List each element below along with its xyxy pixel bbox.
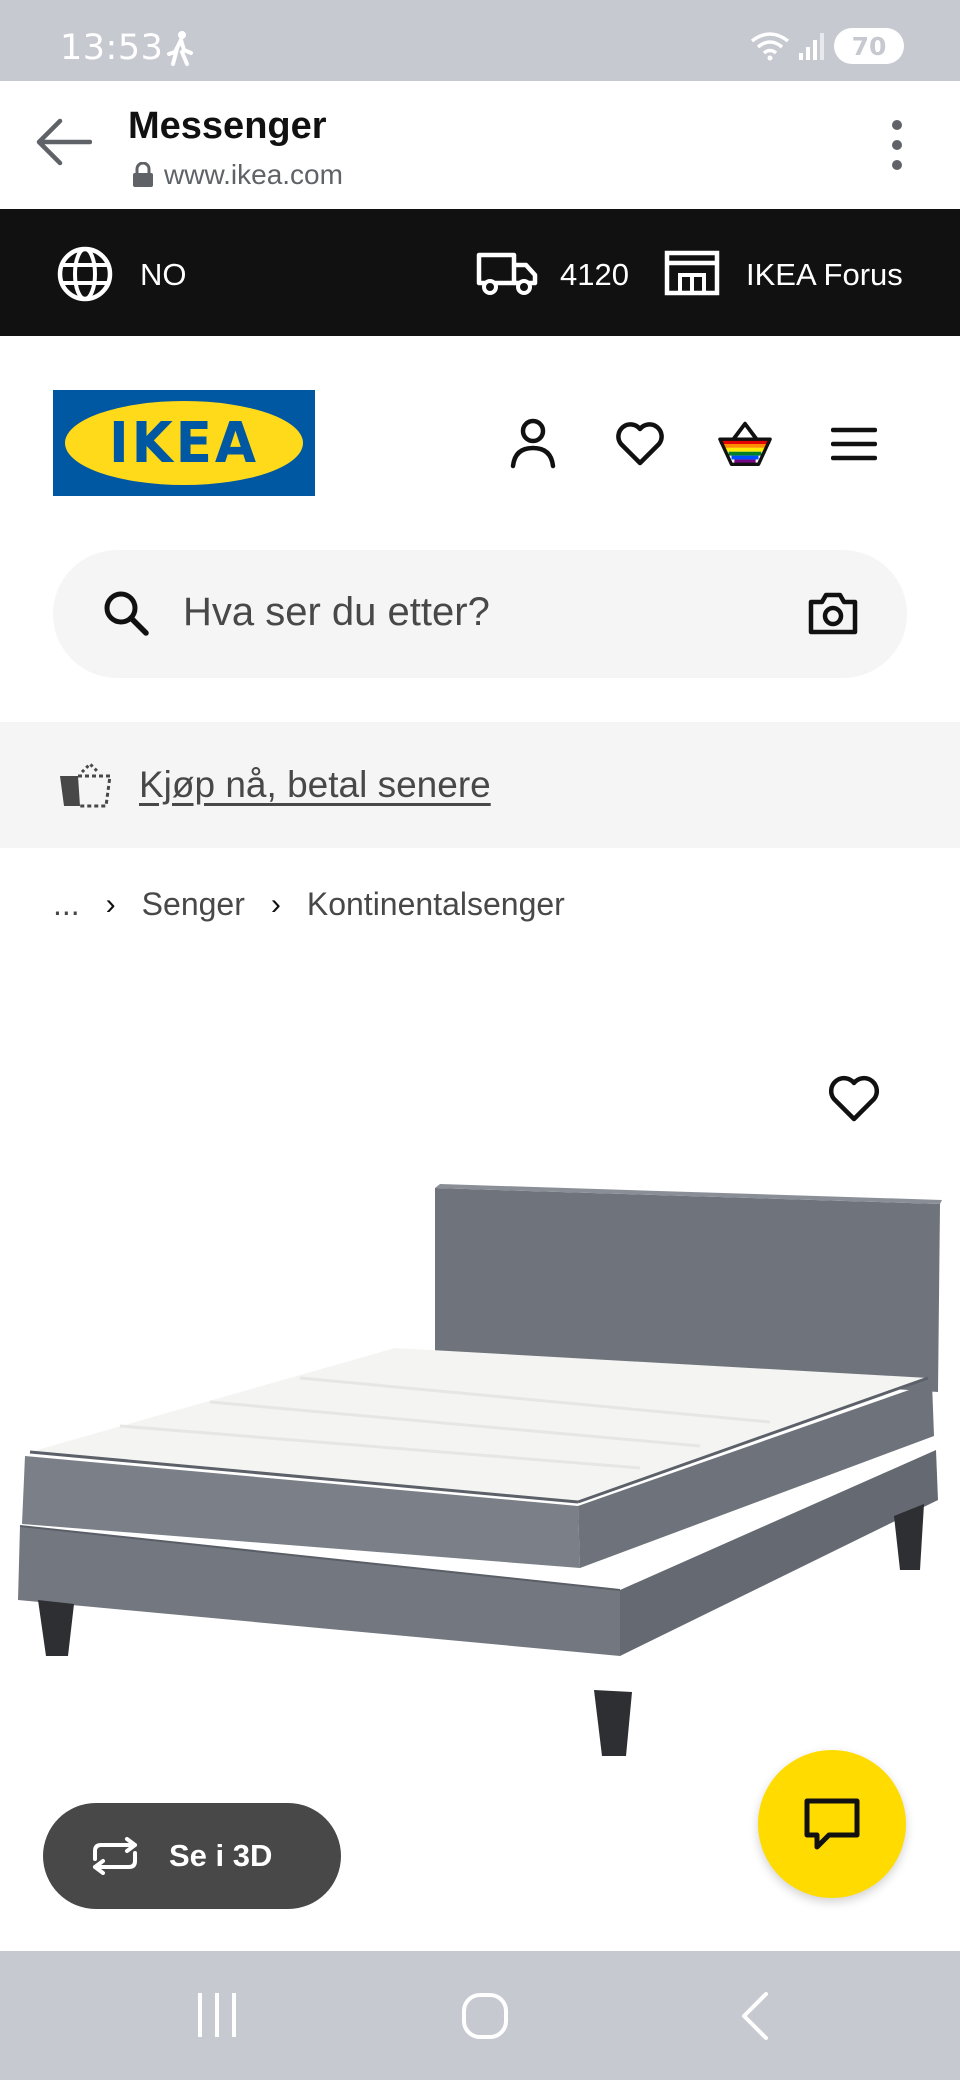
browser-url-field[interactable]: www.ikea.com: [132, 159, 343, 191]
store-icon[interactable]: [664, 249, 720, 297]
browser-bar: Messenger www.ikea.com: [0, 81, 960, 209]
back-arrow-icon[interactable]: [34, 117, 92, 167]
hamburger-menu-icon: [831, 427, 877, 461]
menu-button[interactable]: [826, 416, 882, 472]
back-icon[interactable]: [738, 1991, 770, 2041]
more-options-icon[interactable]: [890, 119, 904, 171]
search-input[interactable]: Hva ser du etter?: [183, 590, 490, 635]
payment-bag-icon: [60, 761, 112, 808]
ikea-topbar: NO 4120 IKEA Forus: [0, 209, 960, 336]
account-button[interactable]: [505, 416, 561, 472]
product-image[interactable]: [0, 1170, 960, 1770]
chat-button[interactable]: [758, 1750, 906, 1898]
heart-icon: [616, 422, 664, 466]
breadcrumb-item-kontinentalsenger[interactable]: Kontinentalsenger: [307, 886, 565, 923]
favourites-button[interactable]: [612, 416, 668, 472]
status-time: 13:53: [60, 28, 164, 68]
promo-banner[interactable]: Kjøp nå, betal senere: [0, 722, 960, 848]
globe-icon[interactable]: [56, 245, 114, 303]
wifi-icon: [750, 32, 790, 61]
view-in-3d-button[interactable]: Se i 3D: [43, 1803, 341, 1909]
home-icon[interactable]: [460, 1991, 510, 2041]
ikea-logo[interactable]: IKEA ®: [53, 390, 315, 496]
view-in-3d-label: Se i 3D: [169, 1838, 273, 1873]
search-icon: [104, 591, 149, 636]
camera-icon[interactable]: [807, 590, 859, 636]
browser-url: www.ikea.com: [164, 159, 343, 190]
rotate-3d-icon: [93, 1837, 137, 1875]
cart-button[interactable]: [717, 416, 773, 472]
status-bar: 13:53 70: [0, 0, 960, 81]
chevron-right-icon: ›: [105, 887, 116, 921]
shopping-bag-icon: [718, 421, 772, 466]
logo-text: IKEA: [109, 410, 259, 476]
registered-mark: ®: [280, 411, 289, 423]
breadcrumb: ... › Senger › Kontinentalsenger: [53, 886, 565, 923]
delivery-truck-icon[interactable]: [476, 251, 538, 297]
add-to-favourites-heart-icon[interactable]: [826, 1074, 882, 1124]
chat-bubble-icon: [804, 1798, 860, 1850]
battery-indicator: 70: [834, 28, 904, 64]
browser-title: Messenger: [128, 105, 327, 147]
store-name[interactable]: IKEA Forus: [746, 257, 903, 293]
system-navigation-bar: [0, 1951, 960, 2080]
signal-icon: [799, 33, 824, 60]
search-bar[interactable]: Hva ser du etter?: [53, 550, 907, 678]
recent-apps-icon[interactable]: [196, 1991, 238, 2039]
delivery-postcode[interactable]: 4120: [560, 257, 629, 293]
logo-ellipse: IKEA ®: [65, 401, 303, 485]
breadcrumb-item-senger[interactable]: Senger: [142, 886, 245, 923]
breadcrumb-ellipsis[interactable]: ...: [53, 886, 80, 923]
language-selector[interactable]: NO: [140, 257, 187, 293]
lock-icon: [133, 162, 153, 187]
person-icon: [510, 418, 556, 469]
chevron-right-icon: ›: [270, 887, 281, 921]
status-indicators: 70: [750, 28, 904, 64]
promo-link[interactable]: Kjøp nå, betal senere: [139, 764, 491, 806]
walking-icon: [167, 31, 193, 66]
